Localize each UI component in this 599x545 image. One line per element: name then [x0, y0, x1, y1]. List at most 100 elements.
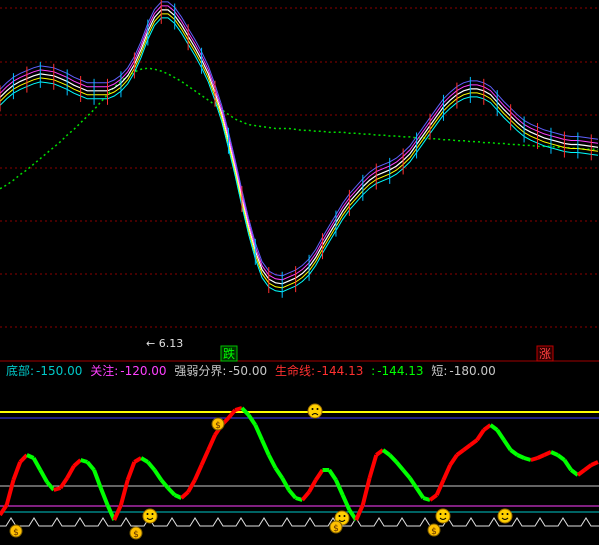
low-price-annotation: ← 6.13 — [146, 337, 183, 350]
indicator-segment — [550, 450, 559, 457]
indicator-segment — [441, 464, 453, 481]
indicator-segment — [280, 477, 291, 491]
indicator-segment — [434, 479, 446, 496]
indicator-segment — [327, 468, 338, 482]
signal-up-label: 涨 — [539, 346, 551, 361]
indicator-segment — [448, 453, 459, 467]
smiley-eye-icon — [338, 515, 341, 517]
indicator-segment — [31, 457, 43, 471]
indicator-segment — [159, 478, 170, 490]
indicator-segment — [367, 454, 379, 479]
smiley-eye-icon — [506, 513, 509, 515]
smiley-eye-icon — [146, 513, 149, 515]
indicator-segment — [92, 469, 103, 489]
indicator-segment — [11, 461, 23, 481]
smiley-eye-icon — [501, 513, 504, 515]
indicator-segment — [428, 493, 438, 502]
price-panel-grid — [0, 7, 599, 362]
indicator-segment — [65, 465, 76, 479]
indicator-segment — [26, 453, 35, 460]
indicator-segment — [590, 460, 599, 467]
smiley-eye-icon — [444, 513, 447, 515]
indicator-segment — [273, 466, 284, 480]
moving-average-line — [0, 17, 599, 293]
smiley-icon — [307, 403, 323, 419]
legend-strength: 强弱分界: -50.00 — [174, 364, 268, 378]
indicator-segment — [556, 453, 566, 462]
indicator-segment — [18, 453, 29, 464]
indicator-segment — [394, 460, 405, 472]
indicator-segment — [495, 428, 506, 442]
indicator-segment — [543, 450, 552, 457]
indicator-segment — [475, 428, 486, 442]
coin-symbol-icon: $ — [215, 421, 221, 431]
indicator-segment — [482, 423, 492, 432]
signal-markers: $ $ $ $ $ — [9, 403, 513, 540]
indicator-segment — [206, 434, 217, 451]
indicator-segment — [489, 423, 499, 432]
smiley-icon — [142, 508, 158, 524]
indicator-segment — [240, 406, 251, 417]
signal-down-label: 跌 — [223, 346, 235, 361]
indicator-segment — [502, 438, 513, 452]
smiley-eye-icon — [343, 515, 346, 517]
indicator-segment — [576, 468, 586, 477]
chart-area[interactable]: $ $ $ $ $ ← 6.13 跌 涨 底部: -150.00 关注: -120.00 强… — [0, 0, 599, 541]
indicator-segment — [360, 477, 372, 506]
moving-average-line — [0, 1, 599, 277]
indicator-segment — [45, 480, 56, 492]
indicator-segment — [253, 424, 264, 441]
indicator-panel-series — [0, 406, 599, 522]
indicator-segment — [388, 453, 398, 464]
price-panel-series — [0, 0, 599, 298]
indicator-segment — [98, 487, 110, 506]
indicator-segment — [180, 490, 190, 500]
series-line — [0, 67, 598, 190]
indicator-segment — [509, 448, 519, 457]
chart-canvas[interactable]: $ $ $ $ $ ← 6.13 跌 涨 — [0, 0, 599, 541]
indicator-segment — [119, 479, 130, 506]
indicator-segment — [146, 460, 157, 472]
indicator-segment — [562, 458, 573, 472]
indicator-segment — [462, 443, 472, 452]
indicator-segment — [536, 453, 546, 460]
indicator-segment — [455, 448, 465, 457]
coin-symbol-icon: $ — [431, 527, 437, 537]
indicator-segment — [523, 456, 532, 462]
indicator-segment — [334, 479, 345, 496]
coin-symbol-icon: $ — [133, 530, 139, 540]
indicator-segment — [125, 461, 137, 481]
legend-lifeline: 生命线: -144.13 — [274, 364, 364, 378]
indicator-panel-grid — [0, 411, 599, 527]
indicator-segment — [381, 448, 391, 457]
indicator-segment — [85, 460, 96, 472]
indicator-segment — [266, 454, 278, 469]
indicator-segment — [246, 413, 257, 427]
legend-watch: 关注: -120.00 — [90, 364, 167, 378]
indicator-segment — [38, 469, 49, 483]
indicator-segment — [401, 468, 412, 480]
series-line — [0, 9, 599, 285]
indicator-segment — [314, 468, 325, 482]
indicator-segment — [287, 488, 298, 500]
smiley-eye-icon — [439, 513, 442, 515]
indicator-legend: 底部: -150.00 关注: -120.00 强弱分界: -50.00 生命线: -1… — [6, 363, 500, 379]
smiley-icon — [497, 508, 513, 524]
indicator-segment — [53, 486, 62, 492]
indicator-segment — [530, 456, 539, 462]
smiley-eye-icon — [151, 513, 154, 515]
indicator-segment — [414, 486, 425, 500]
indicator-segment — [260, 439, 271, 456]
indicator-segment — [166, 486, 177, 497]
indicator-segment — [583, 463, 593, 472]
legend-short: 短: -180.00 — [431, 364, 496, 378]
indicator-segment — [4, 479, 16, 506]
indicator-segment — [469, 438, 479, 447]
coin-symbol-icon: $ — [13, 528, 19, 538]
smiley-icon — [435, 508, 451, 524]
indicator-segment — [140, 456, 149, 464]
indicator-segment — [516, 453, 525, 460]
indicator-segment — [80, 458, 88, 464]
legend-bottom: 底部: -150.00 — [6, 364, 83, 378]
indicator-segment — [375, 448, 385, 457]
